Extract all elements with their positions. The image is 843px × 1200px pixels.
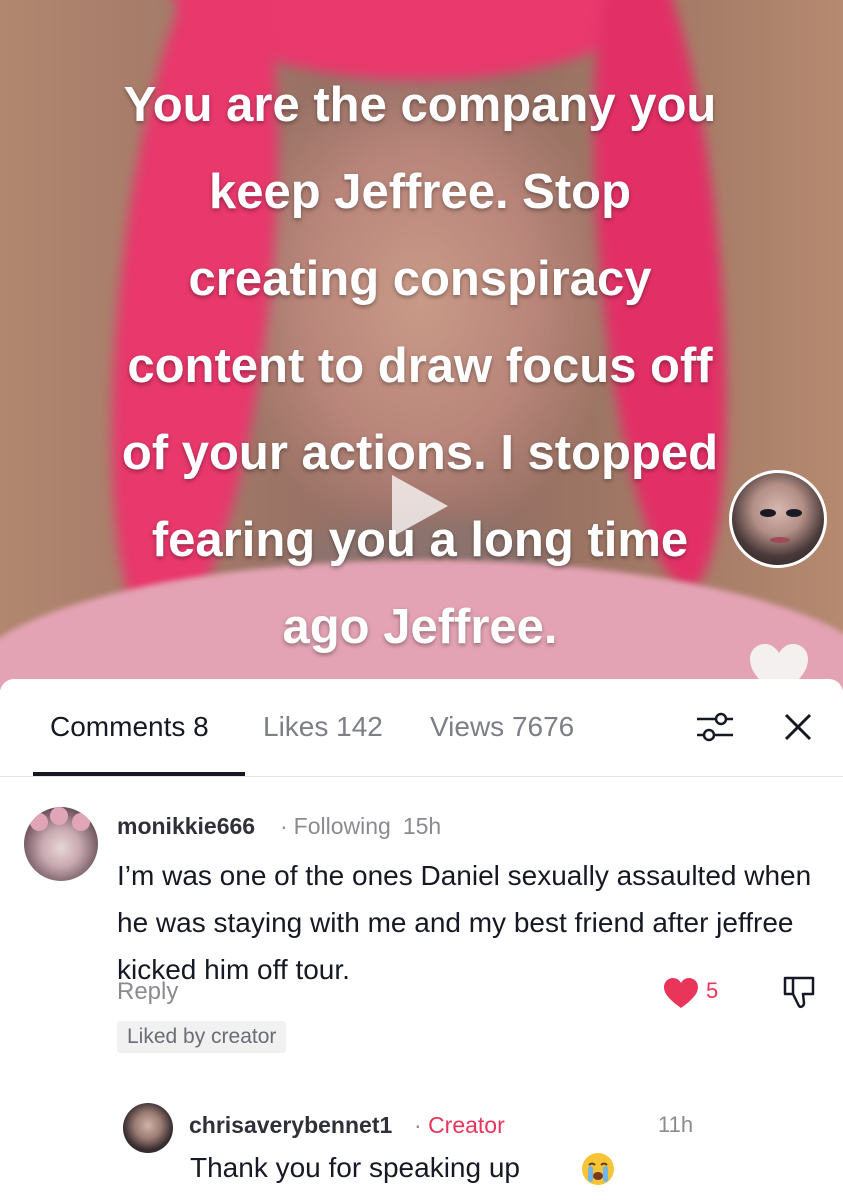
crying-face-icon bbox=[582, 1153, 614, 1185]
caption-line: ago Jeffree. bbox=[282, 600, 558, 654]
avatar[interactable] bbox=[123, 1103, 173, 1153]
video-player[interactable]: You are the company you keep Jeffree. St… bbox=[0, 0, 843, 690]
avatar-eye bbox=[786, 509, 802, 517]
comment-meta: · Following 15h bbox=[280, 813, 441, 840]
reply-button[interactable]: Reply bbox=[117, 978, 178, 1006]
comment-time: 15h bbox=[402, 813, 442, 839]
creator-label: Creator bbox=[428, 1112, 505, 1138]
active-tab-indicator bbox=[33, 772, 245, 776]
creator-avatar[interactable] bbox=[729, 470, 827, 568]
caption-line: keep Jeffree. Stop bbox=[208, 165, 632, 219]
thumbs-down-icon[interactable] bbox=[780, 973, 818, 1011]
tab-views[interactable]: Views 7676 bbox=[430, 709, 574, 745]
reply-username[interactable]: chrisaverybennet1 bbox=[189, 1112, 392, 1139]
play-icon[interactable] bbox=[392, 475, 448, 537]
video-caption-overlay: You are the company you keep Jeffree. St… bbox=[40, 62, 800, 671]
liked-by-creator-badge: Liked by creator bbox=[117, 1021, 287, 1053]
caption-line: creating conspiracy bbox=[188, 252, 652, 306]
tab-comments[interactable]: Comments 8 bbox=[50, 709, 209, 745]
avatar[interactable] bbox=[24, 807, 98, 881]
avatar-decoration bbox=[50, 807, 68, 825]
comment-text: I’m was one of the ones Daniel sexually … bbox=[117, 860, 812, 985]
avatar-decoration bbox=[30, 813, 48, 831]
avatar-eye bbox=[760, 509, 776, 517]
tab-bar: Comments 8 Likes 142 Views 7676 bbox=[0, 679, 843, 777]
reply-text: Thank you for speaking up bbox=[190, 1152, 520, 1183]
comment-username[interactable]: monikkie666 bbox=[117, 813, 255, 840]
heart-icon[interactable] bbox=[663, 977, 699, 1009]
avatar-decoration bbox=[72, 813, 90, 831]
caption-line: content to draw focus off bbox=[127, 339, 713, 393]
caption-line: You are the company you bbox=[123, 78, 717, 132]
avatar-lips bbox=[770, 537, 790, 543]
separator-dot: · bbox=[280, 813, 288, 839]
separator-dot: · bbox=[414, 1112, 429, 1138]
reply-time: 11h bbox=[658, 1112, 694, 1137]
reply-meta: · Creator bbox=[414, 1112, 505, 1139]
following-label: Following bbox=[293, 813, 391, 839]
filter-icon[interactable] bbox=[694, 709, 736, 745]
tab-likes[interactable]: Likes 142 bbox=[263, 709, 383, 745]
like-count: 5 bbox=[706, 978, 719, 1003]
close-icon[interactable] bbox=[781, 710, 815, 744]
